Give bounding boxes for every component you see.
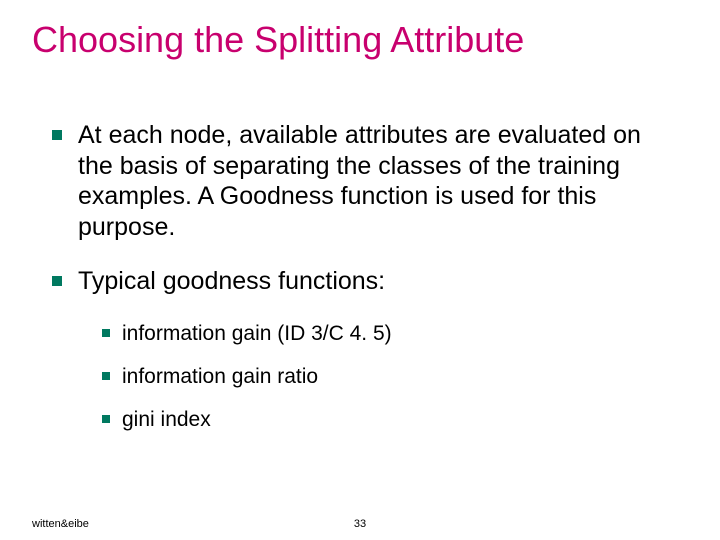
square-bullet-icon [102,415,110,423]
square-bullet-icon [102,329,110,337]
bullet-text: At each node, available attributes are e… [78,120,676,242]
sub-bullet-text: information gain ratio [122,364,318,389]
slide-body: At each node, available attributes are e… [52,120,676,450]
slide: Choosing the Splitting Attribute At each… [0,0,720,540]
sub-bullet-list: information gain (ID 3/C 4. 5) informati… [102,321,676,433]
bullet-item: At each node, available attributes are e… [52,120,676,242]
sub-bullet-item: information gain ratio [102,364,676,389]
bullet-text: Typical goodness functions: [78,266,385,297]
slide-title: Choosing the Splitting Attribute [32,20,688,60]
sub-bullet-text: information gain (ID 3/C 4. 5) [122,321,392,346]
square-bullet-icon [102,372,110,380]
footer-page-number: 33 [0,518,720,530]
bullet-item: Typical goodness functions: [52,266,676,297]
sub-bullet-item: gini index [102,407,676,432]
square-bullet-icon [52,276,62,286]
sub-bullet-text: gini index [122,407,211,432]
sub-bullet-item: information gain (ID 3/C 4. 5) [102,321,676,346]
square-bullet-icon [52,130,62,140]
